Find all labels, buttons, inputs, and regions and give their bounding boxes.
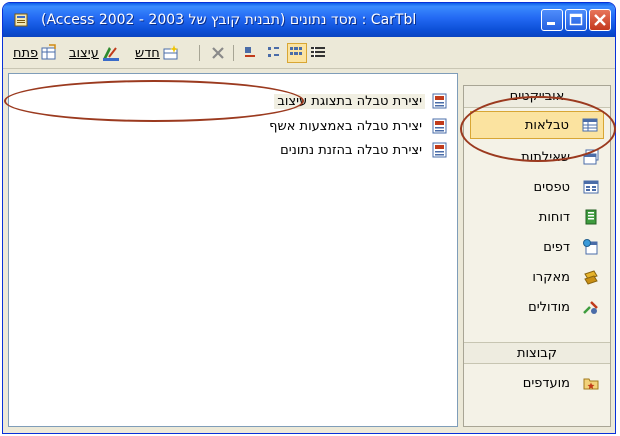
list-view-icon xyxy=(290,47,302,55)
object-label: שאילתות xyxy=(521,149,570,165)
objects-header[interactable]: אובייקטים xyxy=(464,86,610,108)
create-table-icon xyxy=(432,93,447,109)
list-item[interactable]: יצירת טבלה באמצעות אשף xyxy=(266,116,449,136)
new-button[interactable]: חדש xyxy=(133,43,180,63)
table-icon xyxy=(582,118,598,132)
object-tab-modules[interactable]: מודולים xyxy=(464,292,610,322)
database-window: (Access 2002 - 2003 תבנית קובץ של) מסד נ… xyxy=(2,2,616,434)
object-label: טפסים xyxy=(533,179,570,195)
form-icon xyxy=(583,180,599,194)
object-tab-queries[interactable]: שאילתות xyxy=(464,142,610,172)
design-button[interactable]: עיצוב xyxy=(67,43,121,63)
delete-icon xyxy=(212,47,224,59)
maximize-icon xyxy=(569,13,583,26)
details-view-button[interactable] xyxy=(309,43,327,63)
new-table-icon xyxy=(163,45,178,60)
small-icons-icon xyxy=(268,47,279,57)
toolbar-separator xyxy=(233,45,234,61)
macro-icon xyxy=(584,270,598,285)
list-item-label: יצירת טבלה בהזנת נתונים xyxy=(280,142,422,158)
minimize-button[interactable] xyxy=(541,9,563,31)
design-label: עיצוב xyxy=(69,45,99,61)
large-icons-button[interactable] xyxy=(241,43,259,63)
small-icons-button[interactable] xyxy=(265,43,283,63)
close-icon xyxy=(594,14,606,26)
close-button[interactable] xyxy=(589,9,611,31)
create-table-icon xyxy=(432,142,447,158)
object-tab-macros[interactable]: מאקרו xyxy=(464,262,610,292)
object-tab-reports[interactable]: דוחות xyxy=(464,202,610,232)
delete-button[interactable] xyxy=(209,43,227,63)
object-tab-forms[interactable]: טפסים xyxy=(464,172,610,202)
large-icons-icon xyxy=(245,47,255,57)
object-label: דפים xyxy=(543,239,570,255)
toolbar: פתח עיצוב חדש xyxy=(3,37,615,69)
window-title: (Access 2002 - 2003 תבנית קובץ של) מסד נ… xyxy=(41,12,417,28)
open-button[interactable]: פתח xyxy=(11,43,58,63)
maximize-button[interactable] xyxy=(565,9,587,31)
group-favorites[interactable]: מועדפים xyxy=(464,370,610,396)
object-tab-tables[interactable]: טבלאות xyxy=(470,111,604,139)
favorites-folder-icon xyxy=(583,378,599,390)
query-icon xyxy=(583,149,599,165)
create-table-icon xyxy=(432,118,447,134)
toolbar-separator xyxy=(199,45,200,61)
list-item[interactable]: יצירת טבלה בהזנת נתונים xyxy=(277,140,449,160)
create-options-list: יצירת טבלה בתצוגת עיצוב יצירת טבלה באמצע… xyxy=(8,73,458,427)
details-view-icon xyxy=(311,47,325,57)
object-label: מודולים xyxy=(528,299,570,315)
list-item-label: יצירת טבלה באמצעות אשף xyxy=(269,118,422,134)
minimize-icon xyxy=(547,22,555,25)
object-label: מאקרו xyxy=(532,269,570,285)
objects-bar: אובייקטים טבלאות שאילתות טפסים דוחות דפי… xyxy=(463,85,611,427)
page-icon xyxy=(583,239,598,255)
design-ruler-icon xyxy=(102,47,119,61)
open-table-icon xyxy=(41,44,56,60)
object-label: טבלאות xyxy=(524,117,569,133)
list-view-button[interactable] xyxy=(287,43,307,63)
title-bar[interactable]: (Access 2002 - 2003 תבנית קובץ של) מסד נ… xyxy=(3,3,615,37)
new-label: חדש xyxy=(135,45,160,61)
open-label: פתח xyxy=(13,45,39,61)
object-tab-pages[interactable]: דפים xyxy=(464,232,610,262)
list-item-label: יצירת טבלה בתצוגת עיצוב xyxy=(274,93,425,109)
list-item[interactable]: יצירת טבלה בתצוגת עיצוב xyxy=(274,91,449,111)
groups-header[interactable]: קבוצות xyxy=(464,342,610,364)
module-icon xyxy=(583,301,598,314)
database-icon xyxy=(14,13,28,27)
report-icon xyxy=(585,209,597,225)
object-label: דוחות xyxy=(538,209,570,225)
favorites-label: מועדפים xyxy=(522,375,570,391)
